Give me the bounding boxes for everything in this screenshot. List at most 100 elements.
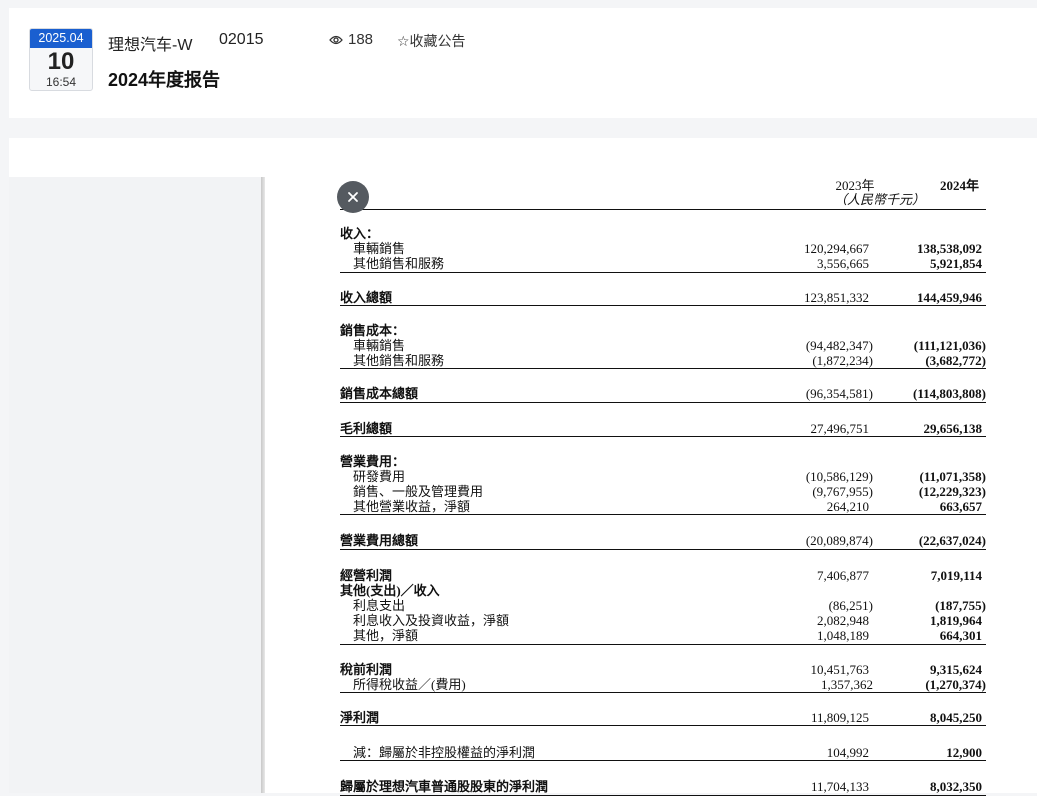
- table-row: 銷售、一般及管理費用 (9,767,955) (12,229,323): [340, 484, 986, 499]
- value-2024: (3,682,772): [925, 353, 986, 369]
- table-row: 其他營業收益，淨額 264,210 663,657: [340, 499, 986, 516]
- row-label: 其他營業收益，淨額: [353, 499, 471, 515]
- table-body: 收入： 車輛銷售 120,294,667 138,538,092 其他銷售和服務 3,55…: [340, 226, 986, 796]
- row-label: 經營利潤: [340, 567, 393, 583]
- value-2023: 104,992: [826, 745, 869, 761]
- table-row: 車輛銷售 (94,482,347) (111,121,036): [340, 338, 986, 353]
- report-title: 2024年度报告: [108, 70, 221, 90]
- table-row: 利息收入及投資收益，淨額 2,082,948 1,819,964: [340, 613, 986, 628]
- value-2023: 27,496,751: [810, 420, 870, 436]
- row-label: 減：歸屬於非控股權益的淨利潤: [353, 745, 536, 761]
- table-row: 銷售成本總額 (96,354,581) (114,803,808): [340, 386, 986, 403]
- date-time: 16:54: [45, 75, 77, 89]
- row-label: 其他銷售和服務: [353, 353, 445, 369]
- date-day: 10: [47, 48, 75, 75]
- favorite-label: ☆收藏公告: [397, 33, 466, 49]
- table-row: 其他銷售和服務 3,556,665 5,921,854: [340, 256, 986, 273]
- row-label: 銷售成本總額: [340, 386, 419, 402]
- value-2023: 123,851,332: [804, 289, 869, 305]
- table-row: 經營利潤 7,406,877 7,019,114: [340, 568, 986, 583]
- table-row: 銷售成本：: [340, 323, 986, 338]
- value-2024: (11,071,358): [919, 468, 986, 484]
- value-2023: (1,872,234): [812, 353, 873, 369]
- row-label: 收入：: [340, 226, 380, 241]
- value-2023: 7,406,877: [817, 567, 869, 583]
- value-2024: 29,656,138: [923, 420, 983, 436]
- row-label: 研發費用: [353, 468, 406, 484]
- row-label: 車輛銷售: [353, 337, 406, 353]
- row-label: 營業費用：: [340, 453, 406, 469]
- table-row: 其他，淨額 1,048,189 664,301: [340, 628, 986, 645]
- company-name[interactable]: 理想汽车-W: [108, 31, 192, 55]
- table-row: 歸屬於理想汽車普通股股東的淨利潤 11,704,133 8,032,350: [340, 779, 986, 796]
- value-2024: 9,315,624: [930, 661, 982, 677]
- row-label: 利息收入及投資收益，淨額: [353, 613, 510, 629]
- row-label: 營業費用總額: [340, 533, 419, 549]
- table-row: 毛利總額 27,496,751 29,656,138: [340, 421, 986, 437]
- value-2023: 120,294,667: [804, 241, 869, 257]
- value-2024: 5,921,854: [930, 256, 982, 272]
- value-2023: (10,586,129): [805, 468, 873, 484]
- table-row: 收入：: [340, 226, 986, 241]
- row-label: 歸屬於理想汽車普通股股東的淨利潤: [340, 779, 549, 795]
- value-2023: (20,089,874): [805, 533, 873, 549]
- document-side-margin: [9, 177, 261, 793]
- row-label: 銷售成本：: [340, 322, 406, 338]
- table-row: 其他銷售和服務 (1,872,234) (3,682,772): [340, 353, 986, 370]
- value-2023: 264,210: [826, 499, 869, 515]
- value-2024: 8,045,250: [930, 709, 982, 725]
- table-row: 研發費用 (10,586,129) (11,071,358): [340, 469, 986, 484]
- value-2023: 2,082,948: [817, 613, 869, 629]
- value-2024: 8,032,350: [930, 779, 982, 795]
- close-icon: [348, 192, 358, 202]
- value-2024: 12,900: [946, 745, 982, 761]
- table-row: 稅前利潤 10,451,763 9,315,624: [340, 662, 986, 677]
- table-row: 其他(支出)／收入: [340, 583, 986, 598]
- value-2024: 663,657: [939, 499, 982, 515]
- value-2023: (96,354,581): [805, 386, 873, 402]
- table-row: 營業費用：: [340, 454, 986, 469]
- table-row: 收入總額 123,851,332 144,459,946: [340, 290, 986, 306]
- value-2024: 138,538,092: [917, 241, 982, 257]
- value-2024: (12,229,323): [918, 484, 986, 500]
- close-button[interactable]: [337, 181, 369, 213]
- value-2023: 11,704,133: [810, 779, 869, 795]
- row-label: 其他(支出)／收入: [340, 582, 440, 598]
- value-2024: 7,019,114: [930, 567, 982, 583]
- view-count-value: 188: [348, 31, 374, 48]
- value-2023: 1,357,362: [821, 676, 873, 692]
- favorite-button[interactable]: ☆收藏公告: [397, 31, 466, 51]
- eye-icon: [329, 35, 343, 44]
- row-label: 利息支出: [353, 598, 406, 613]
- date-badge: 2025.04 10 16:54: [29, 28, 93, 91]
- value-2024: (1,270,374): [925, 676, 986, 692]
- row-label: 所得稅收益／(費用): [353, 676, 466, 692]
- value-2024: 1,819,964: [930, 613, 982, 629]
- row-label: 其他銷售和服務: [353, 256, 445, 272]
- value-2023: 11,809,125: [810, 709, 869, 725]
- table-row: 減：歸屬於非控股權益的淨利潤 104,992 12,900: [340, 745, 986, 762]
- value-2024: 664,301: [939, 628, 982, 644]
- value-2024: (114,803,808): [913, 386, 986, 402]
- income-statement-table: 2023年 2024年 （人民幣千元） 收入： 車輛銷售 120,294,667 13…: [340, 172, 986, 796]
- value-2024: (187,755): [935, 598, 986, 613]
- row-label: 其他，淨額: [353, 628, 419, 644]
- value-2024: 144,459,946: [917, 289, 982, 305]
- value-2023: 1,048,189: [817, 628, 869, 644]
- view-count: 188: [329, 31, 373, 48]
- date-month: 2025.04: [30, 29, 92, 48]
- value-2024: (22,637,024): [918, 533, 986, 549]
- row-label: 收入總額: [340, 289, 393, 305]
- table-row: 所得稅收益／(費用) 1,357,362 (1,270,374): [340, 677, 986, 693]
- table-row: 淨利潤 11,809,125 8,045,250: [340, 709, 986, 727]
- value-2023: (86,251): [828, 598, 873, 613]
- announcement-header: 2025.04 10 16:54 理想汽车-W 02015 188 ☆收藏公告 …: [9, 8, 1037, 118]
- table-row: 利息支出 (86,251) (187,755): [340, 598, 986, 613]
- stock-code: 02015: [219, 31, 264, 48]
- page-edge-shadow: [261, 177, 265, 793]
- row-label: 銷售、一般及管理費用: [353, 484, 484, 500]
- row-label: 車輛銷售: [353, 241, 406, 257]
- value-2024: (111,121,036): [913, 337, 986, 353]
- row-label: 淨利潤: [340, 709, 380, 725]
- row-label: 稅前利潤: [340, 661, 393, 677]
